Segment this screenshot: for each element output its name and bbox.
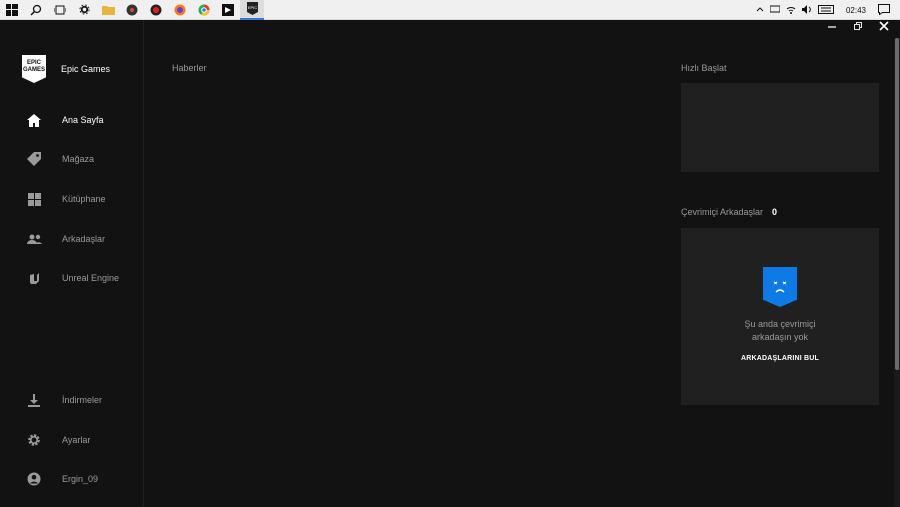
chevron-up-icon[interactable] bbox=[756, 5, 764, 15]
online-friends-header: Çevrimiçi Arkadaşlar 0 bbox=[681, 207, 777, 217]
news-heading: Haberler bbox=[172, 63, 207, 73]
unity-icon[interactable] bbox=[216, 0, 240, 20]
nav-friends[interactable]: Arkadaşlar bbox=[0, 229, 144, 249]
wifi-icon[interactable] bbox=[786, 5, 796, 16]
nav-label: İndirmeler bbox=[62, 395, 103, 405]
tag-icon bbox=[26, 151, 42, 167]
task-view-icon[interactable] bbox=[48, 0, 72, 20]
close-icon[interactable] bbox=[878, 21, 890, 34]
epic-games-launcher: EPIC GAMES Epic Games Ana Sayfa Mağaza Kü… bbox=[0, 20, 900, 507]
volume-icon[interactable] bbox=[801, 4, 812, 16]
nav-settings[interactable]: Ayarlar bbox=[0, 430, 144, 450]
epic-games-logo: EPIC GAMES bbox=[22, 55, 46, 83]
search-icon[interactable] bbox=[24, 0, 48, 20]
nav-unreal-engine[interactable]: Unreal Engine bbox=[0, 268, 144, 288]
nav-store[interactable]: Mağaza bbox=[0, 149, 144, 169]
chrome-icon[interactable] bbox=[192, 0, 216, 20]
download-icon bbox=[26, 392, 42, 408]
scrollbar-thumb[interactable] bbox=[895, 38, 899, 370]
record-icon[interactable] bbox=[144, 0, 168, 20]
quick-launch-panel bbox=[681, 83, 879, 172]
restore-icon[interactable] bbox=[852, 21, 864, 34]
windows-start-icon[interactable] bbox=[0, 0, 24, 20]
no-friends-line-1: Şu anda çevrimiçi bbox=[744, 319, 816, 329]
firefox-icon[interactable] bbox=[168, 0, 192, 20]
find-friends-button[interactable]: ARKADAŞLARINI BUL bbox=[681, 355, 879, 362]
nav-home[interactable]: Ana Sayfa bbox=[0, 110, 144, 130]
gear-icon bbox=[26, 432, 42, 448]
quick-launch-heading: Hızlı Başlat bbox=[681, 63, 727, 73]
keyboard-icon[interactable] bbox=[817, 4, 834, 16]
nav-label: Kütüphane bbox=[62, 194, 106, 204]
brand[interactable]: EPIC GAMES Epic Games bbox=[22, 55, 110, 83]
svg-text:EPIC: EPIC bbox=[247, 5, 256, 10]
brand-name: Epic Games bbox=[61, 64, 111, 74]
nav-profile[interactable]: Ergin_09 bbox=[0, 469, 144, 489]
online-friends-heading: Çevrimiçi Arkadaşlar bbox=[681, 207, 764, 217]
sad-face-icon bbox=[763, 267, 797, 307]
window-controls bbox=[826, 21, 890, 34]
online-friends-count: 0 bbox=[772, 207, 778, 217]
nav-label: Unreal Engine bbox=[62, 273, 120, 283]
minimize-icon[interactable] bbox=[826, 21, 838, 34]
home-icon bbox=[26, 112, 42, 128]
nav-label: Mağaza bbox=[62, 154, 95, 164]
grid-icon bbox=[26, 191, 42, 207]
notification-icon[interactable] bbox=[878, 3, 890, 17]
system-tray: 02:43 bbox=[756, 0, 900, 20]
no-friends-line-2: arkadaşın yok bbox=[751, 332, 809, 342]
sidebar: EPIC GAMES Epic Games Ana Sayfa Mağaza Kü… bbox=[0, 20, 144, 507]
user-icon bbox=[26, 471, 42, 487]
unreal-icon bbox=[26, 270, 42, 286]
windows-taskbar: EPIC 02:43 bbox=[0, 0, 900, 20]
file-explorer-icon[interactable] bbox=[96, 0, 120, 20]
nav-library[interactable]: Kütüphane bbox=[0, 189, 144, 209]
nav-label: Ergin_09 bbox=[62, 474, 99, 484]
media-player-icon[interactable] bbox=[120, 0, 144, 20]
settings-icon[interactable] bbox=[72, 0, 96, 20]
nav-label: Arkadaşlar bbox=[62, 234, 106, 244]
friends-icon bbox=[26, 231, 42, 247]
network-icon[interactable] bbox=[769, 5, 781, 15]
nav-label: Ayarlar bbox=[62, 435, 91, 445]
online-friends-panel: Şu anda çevrimiçi arkadaşın yok ARKADAŞL… bbox=[681, 228, 879, 405]
nav-downloads[interactable]: İndirmeler bbox=[0, 390, 144, 410]
epic-games-icon[interactable]: EPIC bbox=[240, 0, 264, 20]
clock[interactable]: 02:43 bbox=[846, 6, 866, 15]
nav-label: Ana Sayfa bbox=[62, 115, 104, 125]
no-friends-message: Şu anda çevrimiçi arkadaşın yok bbox=[681, 318, 879, 344]
